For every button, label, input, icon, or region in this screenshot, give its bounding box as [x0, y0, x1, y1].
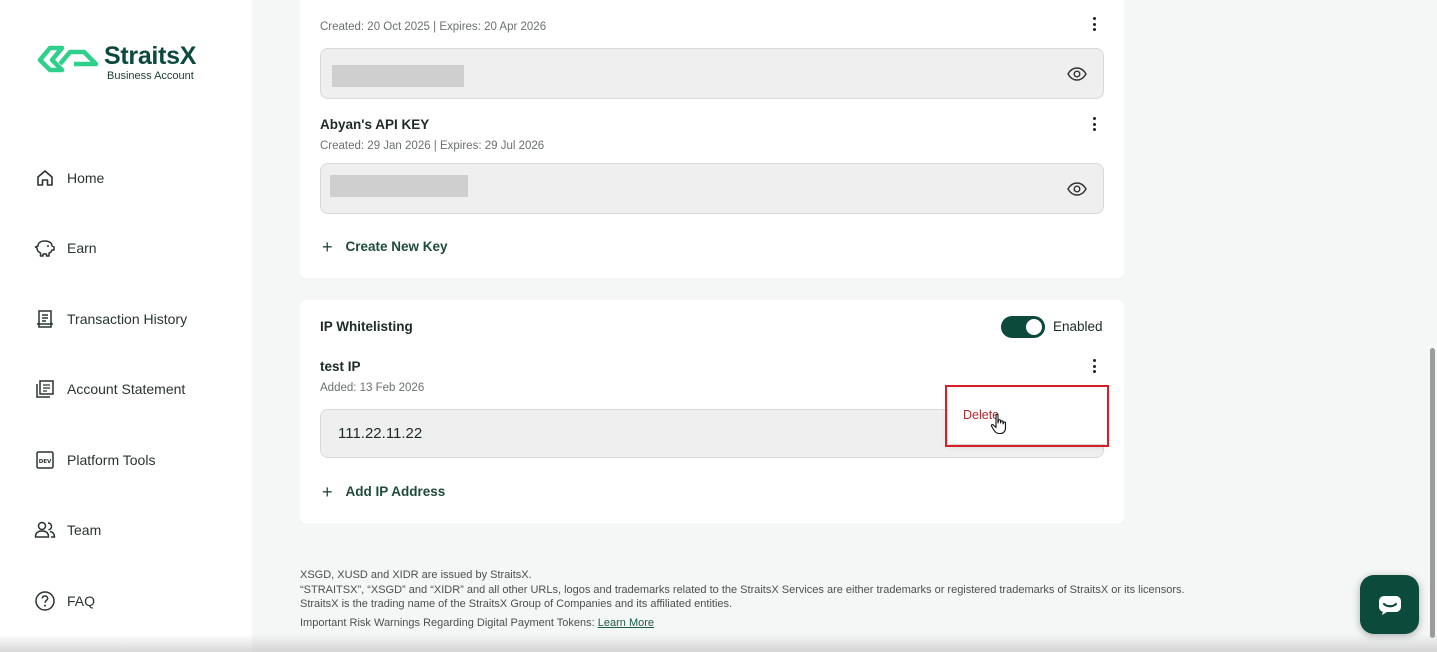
- footer-line: “STRAITSX”, “XSGD” and “XIDR” and all ot…: [300, 583, 1185, 596]
- sidebar-item-earn[interactable]: Earn: [34, 236, 97, 260]
- piggy-bank-icon: [34, 237, 56, 259]
- chat-icon: [1378, 595, 1401, 615]
- sidebar-item-label: Platform Tools: [67, 452, 156, 468]
- api-keys-card: [300, 0, 1124, 278]
- scrollbar[interactable]: [1430, 348, 1435, 638]
- toggle-knob: [1026, 319, 1042, 335]
- bottom-shade: [0, 634, 1437, 652]
- receipt-icon: [34, 308, 56, 330]
- ip-address-value: 111.22.11.22: [338, 425, 423, 442]
- users-icon: [34, 519, 56, 541]
- add-ip-address-label: Add IP Address: [345, 484, 446, 499]
- sidebar-item-home[interactable]: Home: [34, 166, 104, 190]
- svg-text:DEV: DEV: [39, 459, 52, 465]
- toggle-label: Enabled: [1053, 319, 1103, 334]
- sidebar-item-label: Home: [67, 170, 105, 186]
- plus-icon: +: [322, 236, 333, 257]
- more-options-icon[interactable]: [1086, 357, 1102, 375]
- masked-key: [332, 65, 464, 87]
- sidebar-item-label: Transaction History: [67, 311, 188, 327]
- plus-icon: +: [322, 481, 333, 502]
- footer-line: XSGD, XUSD and XIDR are issued by Strait…: [300, 569, 532, 581]
- sidebar-item-label: Account Statement: [67, 381, 186, 397]
- sidebar-item-label: Earn: [67, 240, 97, 256]
- create-new-key-label: Create New Key: [345, 239, 448, 254]
- sidebar-item-transaction-history[interactable]: Transaction History: [34, 307, 187, 331]
- chat-support-button[interactable]: [1360, 575, 1419, 634]
- sidebar-item-team[interactable]: Team: [34, 518, 101, 542]
- key-meta: Created: 20 Oct 2025 | Expires: 20 Apr 2…: [320, 21, 547, 33]
- eye-icon[interactable]: [1067, 182, 1087, 196]
- masked-key: [330, 175, 468, 197]
- footer: XSGD, XUSD and XIDR are issued by Strait…: [300, 568, 1185, 630]
- home-icon: [34, 167, 56, 189]
- ip-entry-name: test IP: [320, 359, 361, 374]
- straitsx-logo-icon: [37, 45, 99, 73]
- sidebar-item-account-statement[interactable]: Account Statement: [34, 377, 185, 401]
- question-icon: [34, 590, 56, 612]
- dev-icon: DEV: [34, 449, 56, 471]
- document-list-icon: [34, 378, 56, 400]
- sidebar-item-platform-tools[interactable]: DEV Platform Tools: [34, 448, 155, 472]
- sidebar: StraitsX Business Account Home Earn Tran…: [0, 0, 252, 652]
- hand-cursor-icon: [990, 413, 1007, 435]
- more-options-icon[interactable]: [1086, 115, 1102, 133]
- straitsx-logo[interactable]: StraitsX Business Account: [36, 42, 196, 82]
- eye-icon[interactable]: [1067, 67, 1087, 81]
- brand-name: StraitsX: [104, 42, 197, 70]
- footer-risk-text: Important Risk Warnings Regarding Digita…: [300, 616, 595, 629]
- section-title: IP Whitelisting: [320, 319, 413, 334]
- whitelist-toggle[interactable]: [1001, 316, 1045, 338]
- learn-more-link[interactable]: Learn More: [598, 617, 654, 629]
- key-name: Abyan's API KEY: [320, 117, 430, 132]
- brand-subtitle: Business Account: [107, 70, 194, 82]
- key-meta: Created: 29 Jan 2026 | Expires: 29 Jul 2…: [320, 140, 545, 152]
- ip-entry-meta: Added: 13 Feb 2026: [320, 382, 425, 394]
- add-ip-address-button[interactable]: + Add IP Address: [322, 481, 446, 502]
- sidebar-item-faq[interactable]: FAQ: [34, 589, 95, 613]
- sidebar-item-label: FAQ: [67, 593, 96, 609]
- more-options-icon[interactable]: [1086, 15, 1102, 33]
- footer-line: StraitsX is the trading name of the Stra…: [300, 598, 733, 610]
- create-new-key-button[interactable]: + Create New Key: [322, 236, 448, 257]
- footer-risk-line: Important Risk Warnings Regarding Digita…: [300, 616, 1185, 631]
- sidebar-item-label: Team: [67, 522, 102, 538]
- highlight-box: [945, 385, 1109, 447]
